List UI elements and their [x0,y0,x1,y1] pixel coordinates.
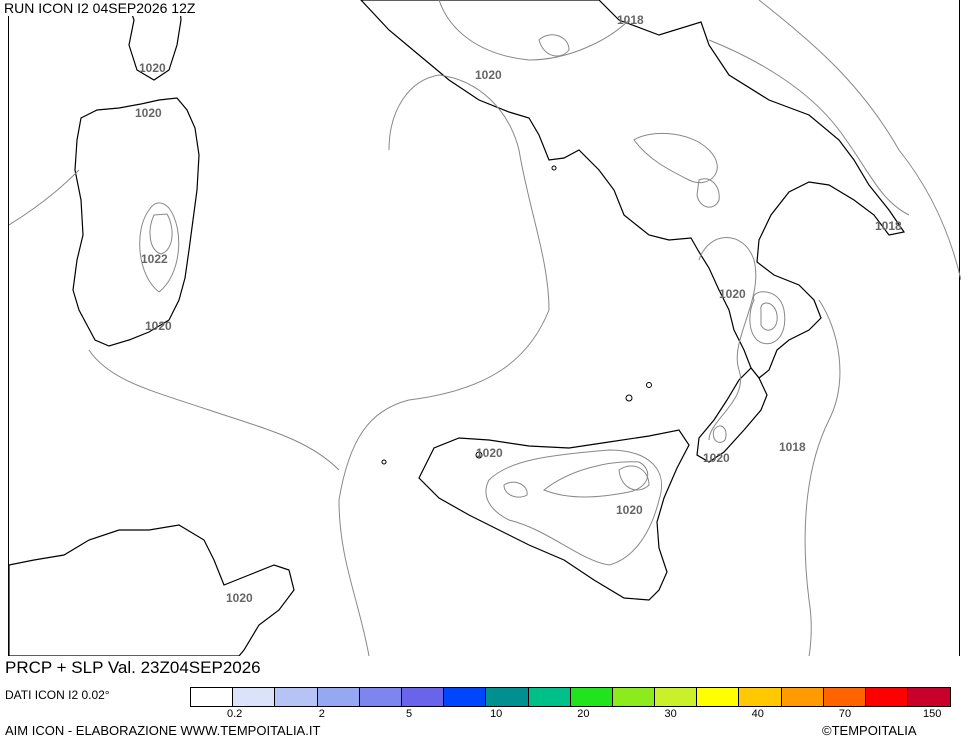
isobar-label: 1020 [226,591,253,605]
isobar-label: 1020 [476,446,503,460]
calabria-coast [696,367,768,463]
legend-swatch [570,688,613,706]
legend-swatch [486,688,529,706]
legend-swatch [781,688,824,706]
legend-swatch [655,688,698,706]
isobar-label: 1020 [135,106,162,120]
legend-swatch [233,688,276,706]
map-panel: 1018 1020 1020 1020 1022 1020 1018 1020 … [8,0,961,656]
legend-swatch [191,688,234,706]
isobar-label: 1020 [616,503,643,517]
data-resolution-label: DATI ICON I2 0.02° [5,688,110,702]
legend-swatch [823,688,866,706]
legend-tick-label: 20 [577,708,590,720]
legend-tick-label: 150 [923,708,942,720]
legend-tick-label: 10 [490,708,503,720]
copyright-label: ©TEMPOITALIA [822,723,917,738]
isobar-label: 1020 [703,451,730,465]
isobar-label: 1020 [145,319,172,333]
legend-swatch [317,688,360,706]
isobar-label: 1020 [475,68,502,82]
isobar-label: 1020 [719,287,746,301]
validity-title: PRCP + SLP Val. 23Z04SEP2026 [5,658,261,677]
legend-swatch [275,688,318,706]
legend-tick-label: 0.2 [226,708,243,720]
legend-swatch [612,688,656,706]
legend-swatch [359,688,402,706]
legend-swatch [866,688,909,706]
legend-swatch [444,688,487,706]
isobar-label: 1022 [141,252,168,266]
legend-swatch [697,688,740,706]
legend-tick-label: 5 [405,708,413,720]
isobar-label: 1018 [617,13,644,27]
legend-tick-label: 2 [318,708,325,720]
map-canvas: 1018 1020 1020 1020 1022 1020 1018 1020 … [9,0,961,656]
legend-swatch [401,688,445,706]
isobar-label: 1018 [779,440,806,454]
peninsula-coast [360,0,906,379]
legend-swatch [528,688,571,706]
isobar-label: 1020 [139,61,166,75]
run-title: RUN ICON I2 04SEP2026 12Z [4,0,198,16]
legend-tick-label: 70 [838,708,852,720]
elaboration-credit: AIM ICON - ELABORAZIONE WWW.TEMPOITALIA.… [5,723,321,738]
legend-tick-label: 40 [751,708,764,720]
sardinia-coast [72,97,200,347]
legend-tick-label: 30 [664,708,677,720]
legend-swatch [739,688,782,706]
precipitation-legend [190,687,952,707]
isobar-label: 1018 [875,219,902,233]
legend-swatch [908,688,951,706]
